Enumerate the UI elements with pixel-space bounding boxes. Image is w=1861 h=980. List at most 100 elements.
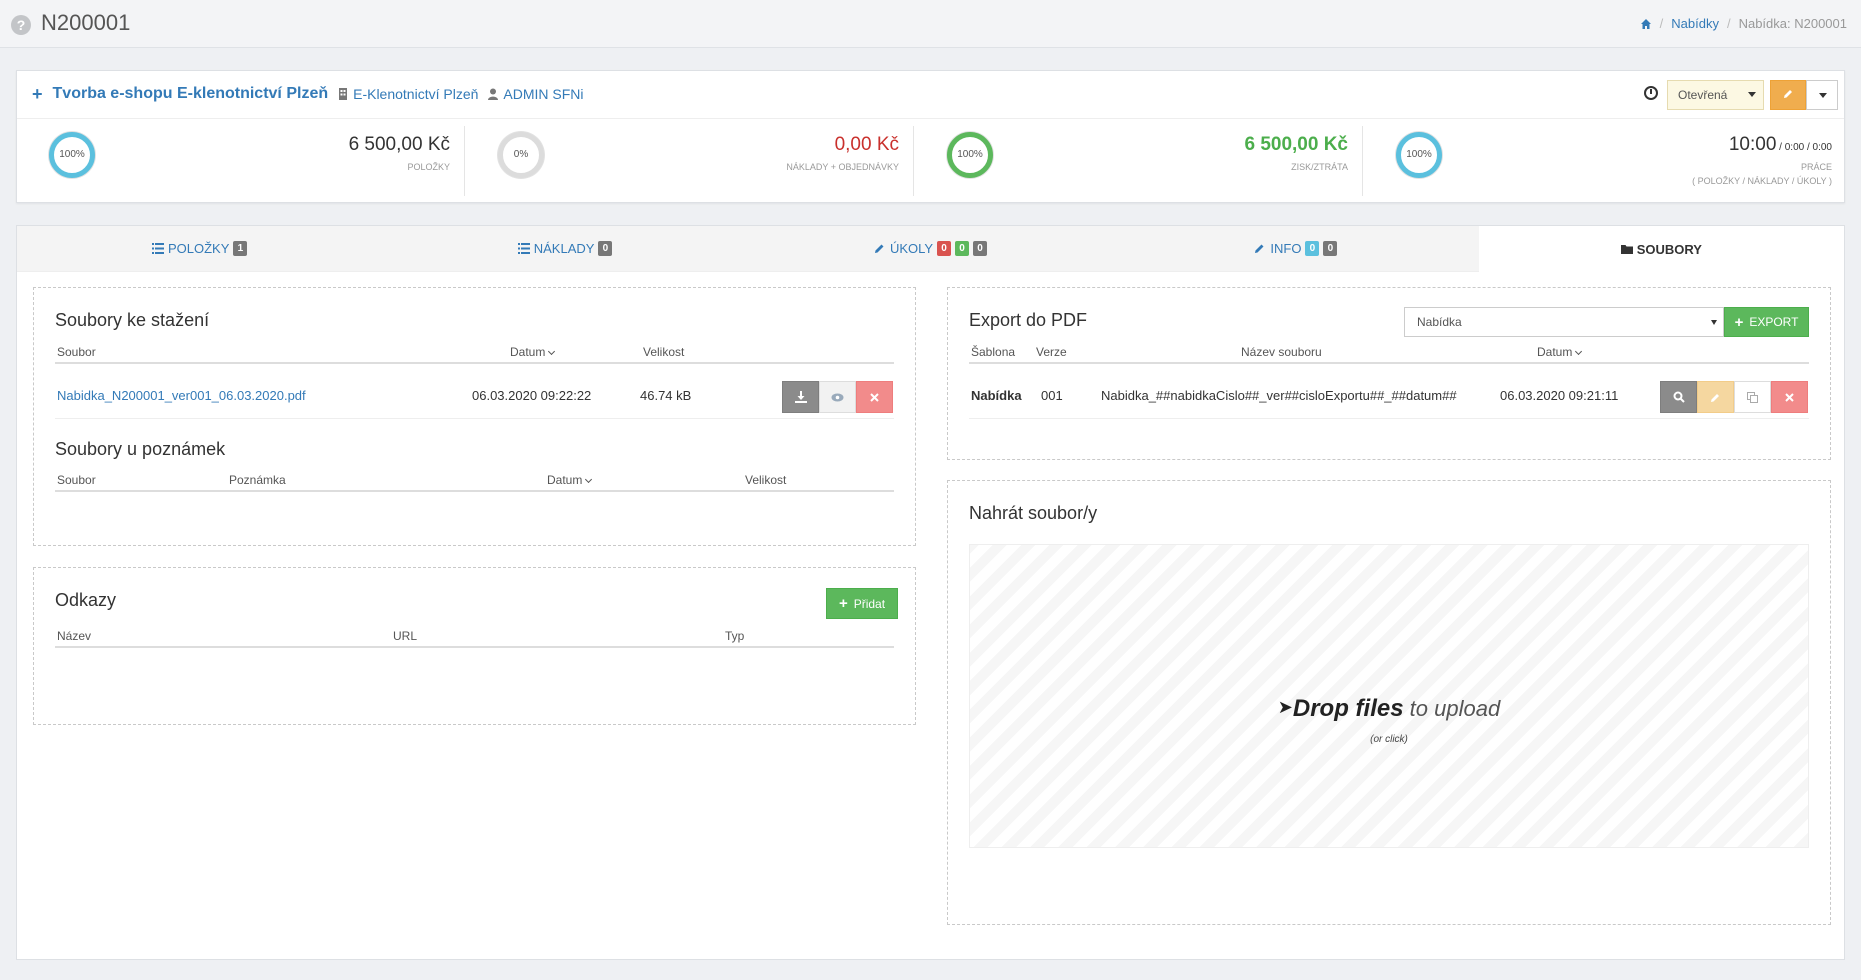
add-link-button[interactable]: + Přidat: [826, 588, 898, 619]
list-icon: [517, 243, 530, 254]
col-header-nazev: Název: [57, 629, 92, 643]
stat-zisk: 100% 6 500,00 Kč ZISK/ZTRÁTA: [915, 126, 1363, 196]
count-badge: 1: [233, 241, 248, 256]
delete-button[interactable]: [856, 381, 893, 413]
col-header-typ: Typ: [725, 629, 745, 643]
dropzone-hint: (or click): [1370, 734, 1408, 745]
plus-icon[interactable]: +: [32, 85, 43, 103]
chevron-down-icon: [1819, 93, 1827, 98]
preview-button[interactable]: [819, 381, 856, 413]
tab-ukoly[interactable]: ÚKOLY 0 0 0: [747, 226, 1114, 272]
pencil-icon: [1711, 393, 1719, 402]
progress-ring: 100%: [1396, 132, 1442, 178]
col-header-datum[interactable]: Datum: [1537, 345, 1583, 359]
count-badge: 0: [1305, 241, 1320, 256]
file-date: 06.03.2020 09:22:22: [472, 388, 592, 403]
user-name: ADMIN SFNi: [503, 86, 584, 102]
stat-label: POLOŽKY: [407, 162, 450, 172]
preview-export-button[interactable]: [1660, 381, 1697, 413]
close-icon: [870, 392, 879, 402]
company-name: E-Klenotnictví Plzeň: [353, 86, 479, 102]
tab-label: SOUBORY: [1636, 241, 1702, 257]
export-table-header: Šablona Verze Název souboru Datum: [969, 340, 1809, 364]
copy-icon: [1747, 391, 1758, 403]
project-title[interactable]: Tvorba e-shopu E-klenotnictví Plzeň: [53, 85, 329, 103]
downloads-table-header: Soubor Datum Velikost: [55, 340, 894, 364]
stat-naklady: 0% 0,00 Kč NÁKLADY + OBJEDNÁVKY: [466, 126, 914, 196]
stat-value: 6 500,00 Kč: [348, 134, 450, 155]
breadcrumb-separator: /: [1659, 16, 1664, 31]
breadcrumb-link-nabidky[interactable]: Nabídky: [1671, 16, 1719, 31]
export-label: EXPORT: [1749, 315, 1799, 329]
edit-button[interactable]: [1770, 80, 1806, 110]
sort-icon: [1575, 347, 1583, 356]
copy-export-button[interactable]: [1734, 381, 1771, 413]
download-icon: [794, 391, 807, 403]
export-filename: Nabidka_##nabidkaCislo##_ver##cisloExpor…: [1101, 388, 1457, 403]
divider: [55, 418, 894, 419]
col-header-poznamka: Poznámka: [229, 473, 286, 487]
tab-label: POLOŽKY: [167, 241, 230, 256]
divider: [969, 418, 1809, 419]
edit-export-button[interactable]: [1697, 381, 1734, 413]
sort-icon: [548, 347, 556, 356]
count-badge: 0: [937, 241, 952, 256]
col-header-velikost: Velikost: [745, 473, 787, 487]
status-value: Otevřená: [1678, 88, 1728, 102]
breadcrumb-current: Nabídka: N200001: [1738, 16, 1847, 31]
export-version: 001: [1041, 388, 1063, 403]
status-select[interactable]: Otevřená: [1667, 80, 1764, 110]
close-icon: [1785, 392, 1794, 402]
progress-ring: 100%: [947, 132, 993, 178]
project-summary: + Tvorba e-shopu E-klenotnictví Plzeň E-…: [16, 70, 1845, 203]
tab-bar: POLOŽKY 1 NÁKLADY 0 ÚKOLY 0 0 0 INFO 0 0…: [17, 226, 1845, 272]
notes-files-title: Soubory u poznámek: [55, 439, 226, 459]
export-box: Export do PDF Nabídka + EXPORT Šablona V…: [947, 287, 1831, 460]
file-size: 46.74 kB: [640, 388, 692, 403]
count-badge: 0: [598, 241, 613, 256]
col-header-datum[interactable]: Datum: [510, 345, 556, 359]
main-card: POLOŽKY 1 NÁKLADY 0 ÚKOLY 0 0 0 INFO 0 0…: [16, 225, 1845, 960]
col-header-soubor: Soubor: [57, 345, 96, 359]
page-title: N200001: [41, 10, 131, 35]
clock-icon: [1644, 86, 1658, 100]
download-button[interactable]: [782, 381, 819, 413]
plus-icon: +: [1734, 313, 1744, 331]
tab-info[interactable]: INFO 0 0: [1113, 226, 1479, 272]
tab-polozky[interactable]: POLOŽKY 1: [17, 226, 383, 272]
progress-ring: 100%: [49, 132, 95, 178]
building-icon: [339, 88, 348, 100]
pencil-icon: [1255, 244, 1264, 253]
list-icon: [151, 243, 164, 254]
stat-value: 6 500,00 Kč: [1244, 134, 1348, 155]
col-header-velikost: Velikost: [643, 345, 685, 359]
dropzone-message: ➤Drop files to upload: [1277, 695, 1501, 722]
stat-value: 10:00 / 0:00 / 0:00: [1728, 134, 1832, 155]
arrow-right-icon: ➤: [1277, 697, 1293, 717]
pencil-icon: [874, 244, 884, 253]
col-header-soubor: Soubor: [57, 473, 96, 487]
stat-prace: 100% 10:00 / 0:00 / 0:00 PRÁCE ( POLOŽKY…: [1364, 126, 1846, 196]
tab-naklady[interactable]: NÁKLADY 0: [382, 226, 748, 272]
export-button[interactable]: + EXPORT: [1724, 307, 1809, 337]
delete-export-button[interactable]: [1771, 381, 1808, 413]
tab-soubory[interactable]: SOUBORY: [1478, 226, 1845, 272]
user-link[interactable]: ADMIN SFNi: [488, 86, 584, 102]
stat-label: PRÁCE: [1800, 162, 1832, 172]
project-header: + Tvorba e-shopu E-klenotnictví Plzeň E-…: [32, 85, 584, 103]
breadcrumb: / Nabídky / Nabídka: N200001: [1640, 16, 1847, 31]
stat-label: ZISK/ZTRÁTA: [1291, 162, 1348, 172]
links-title: Odkazy: [55, 590, 117, 610]
home-icon[interactable]: [1640, 18, 1652, 30]
stat-label: NÁKLADY + OBJEDNÁVKY: [786, 162, 899, 172]
tab-label: ÚKOLY: [889, 241, 934, 256]
company-link[interactable]: E-Klenotnictví Plzeň: [338, 86, 478, 102]
help-icon[interactable]: ?: [11, 15, 31, 35]
template-select[interactable]: Nabídka: [1404, 307, 1724, 337]
file-dropzone[interactable]: ➤Drop files to upload (or click): [969, 544, 1809, 848]
stat-polozky: 100% 6 500,00 Kč POLOŽKY: [17, 126, 465, 196]
template-value: Nabídka: [1417, 315, 1462, 329]
edit-dropdown-toggle[interactable]: [1806, 80, 1838, 110]
file-link[interactable]: Nabidka_N200001_ver001_06.03.2020.pdf: [57, 388, 306, 403]
col-header-datum[interactable]: Datum: [547, 473, 593, 487]
